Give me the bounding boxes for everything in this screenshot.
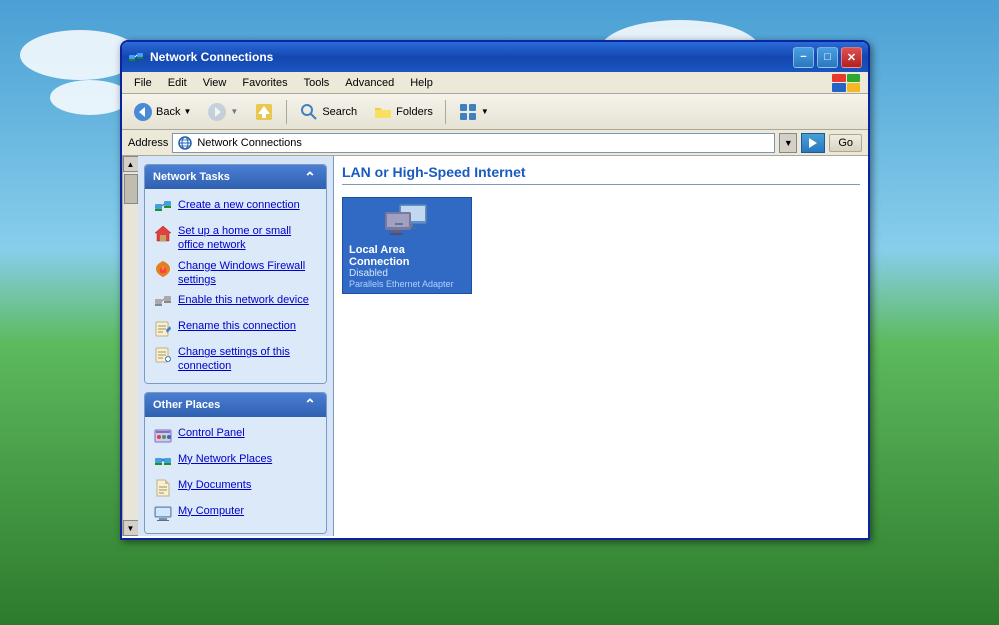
change-firewall-icon: [153, 259, 173, 279]
lan-section-header: LAN or High-Speed Internet: [342, 164, 860, 185]
set-up-home-icon: [153, 224, 173, 244]
scroll-down-arrow[interactable]: ▼: [123, 520, 139, 536]
desktop: Network Connections − □ ✕ File Edit View…: [0, 0, 999, 625]
view-dropdown-icon[interactable]: ▼: [481, 107, 489, 116]
forward-dropdown-icon: ▼: [230, 107, 238, 116]
address-go-arrow[interactable]: [801, 133, 825, 153]
connection-adapter: Parallels Ethernet Adapter: [349, 279, 465, 289]
other-places-header[interactable]: Other Places ⌃: [145, 393, 326, 417]
window-icon: [128, 49, 144, 65]
other-places-items: Control Panel: [145, 417, 326, 533]
address-value: Network Connections: [197, 137, 302, 149]
toolbar-separator-2: [445, 100, 446, 124]
other-control-panel[interactable]: Control Panel: [149, 423, 322, 449]
task-change-firewall[interactable]: Change Windows Firewall settings: [149, 256, 322, 291]
right-content: LAN or High-Speed Internet: [334, 156, 868, 536]
back-dropdown-icon[interactable]: ▼: [183, 107, 191, 116]
toolbar-separator-1: [286, 100, 287, 124]
connection-status: Disabled: [349, 268, 465, 279]
create-connection-label: Create a new connection: [178, 198, 300, 212]
set-up-home-label: Set up a home or small office network: [178, 224, 318, 253]
window-title: Network Connections: [150, 50, 793, 64]
title-bar: Network Connections − □ ✕: [122, 42, 868, 72]
scroll-up-arrow[interactable]: ▲: [123, 156, 139, 172]
change-firewall-label: Change Windows Firewall settings: [178, 259, 318, 288]
menu-advanced[interactable]: Advanced: [337, 75, 402, 91]
task-create-connection[interactable]: Create a new connection: [149, 195, 322, 221]
network-tasks-header[interactable]: Network Tasks ⌃: [145, 165, 326, 189]
connection-details: Local Area Connection Disabled Parallels…: [349, 244, 465, 289]
address-dropdown-button[interactable]: ▼: [779, 133, 797, 153]
menu-file[interactable]: File: [126, 75, 160, 91]
network-tasks-section: Network Tasks ⌃: [144, 164, 327, 384]
other-my-network[interactable]: My Network Places: [149, 449, 322, 475]
back-label: Back: [156, 106, 180, 118]
maximize-button[interactable]: □: [817, 47, 838, 68]
connection-name: Local Area Connection: [349, 244, 465, 268]
forward-button[interactable]: ▼: [200, 98, 245, 126]
minimize-button[interactable]: −: [793, 47, 814, 68]
rename-connection-icon: [153, 319, 173, 339]
back-button[interactable]: Back ▼: [126, 98, 198, 126]
left-panel: Network Tasks ⌃: [138, 156, 334, 536]
network-connections-window: Network Connections − □ ✕ File Edit View…: [120, 40, 870, 540]
window-controls: − □ ✕: [793, 47, 862, 68]
my-computer-icon: [153, 504, 173, 524]
rename-connection-label: Rename this connection: [178, 319, 296, 333]
menu-help[interactable]: Help: [402, 75, 441, 91]
address-bar: Address Network Connections ▼: [122, 130, 868, 156]
my-documents-icon: [153, 478, 173, 498]
left-panel-scrollbar[interactable]: ▲ ▼: [122, 156, 138, 536]
network-tasks-items: Create a new connection Set up a home or…: [145, 189, 326, 383]
task-change-settings[interactable]: Change settings of this connection: [149, 342, 322, 377]
search-button[interactable]: Search: [292, 98, 364, 126]
menu-bar: File Edit View Favorites Tools Advanced …: [122, 72, 868, 94]
my-network-label: My Network Places: [178, 452, 272, 466]
create-connection-icon: [153, 198, 173, 218]
task-rename-connection[interactable]: Rename this connection: [149, 316, 322, 342]
change-settings-icon: [153, 345, 173, 365]
scroll-thumb[interactable]: [124, 174, 138, 204]
enable-device-icon: [153, 293, 173, 313]
enable-device-label: Enable this network device: [178, 293, 309, 307]
windows-logo: [832, 74, 860, 92]
other-places-collapse-icon[interactable]: ⌃: [302, 397, 318, 413]
connection-computers-icon: [381, 202, 433, 244]
other-my-documents[interactable]: My Documents: [149, 475, 322, 501]
other-places-label: Other Places: [153, 399, 220, 411]
change-settings-label: Change settings of this connection: [178, 345, 318, 374]
toolbar: Back ▼ ▼: [122, 94, 868, 130]
my-documents-label: My Documents: [178, 478, 251, 492]
menu-tools[interactable]: Tools: [296, 75, 338, 91]
search-label: Search: [322, 106, 357, 118]
main-content-area: ▲ ▼ Network Tasks ⌃: [122, 156, 868, 536]
folders-label: Folders: [396, 106, 433, 118]
close-button[interactable]: ✕: [841, 47, 862, 68]
go-button[interactable]: Go: [829, 134, 862, 152]
local-area-connection-item[interactable]: Local Area Connection Disabled Parallels…: [342, 197, 472, 294]
address-input[interactable]: Network Connections: [172, 133, 775, 153]
control-panel-label: Control Panel: [178, 426, 245, 440]
control-panel-icon: [153, 426, 173, 446]
network-tasks-label: Network Tasks: [153, 171, 230, 183]
menu-edit[interactable]: Edit: [160, 75, 195, 91]
my-network-icon: [153, 452, 173, 472]
connection-icon-area: [381, 202, 433, 244]
task-enable-device[interactable]: Enable this network device: [149, 290, 322, 316]
my-computer-label: My Computer: [178, 504, 244, 518]
menu-favorites[interactable]: Favorites: [234, 75, 295, 91]
cloud-4: [50, 80, 130, 115]
folders-button[interactable]: Folders: [366, 98, 440, 126]
network-tasks-collapse-icon[interactable]: ⌃: [302, 169, 318, 185]
globe-icon: [177, 135, 193, 151]
address-label: Address: [128, 137, 168, 149]
task-set-up-home[interactable]: Set up a home or small office network: [149, 221, 322, 256]
other-places-section: Other Places ⌃: [144, 392, 327, 534]
view-button[interactable]: ▼: [451, 98, 496, 126]
up-button[interactable]: [247, 98, 281, 126]
other-my-computer[interactable]: My Computer: [149, 501, 322, 527]
menu-view[interactable]: View: [195, 75, 235, 91]
